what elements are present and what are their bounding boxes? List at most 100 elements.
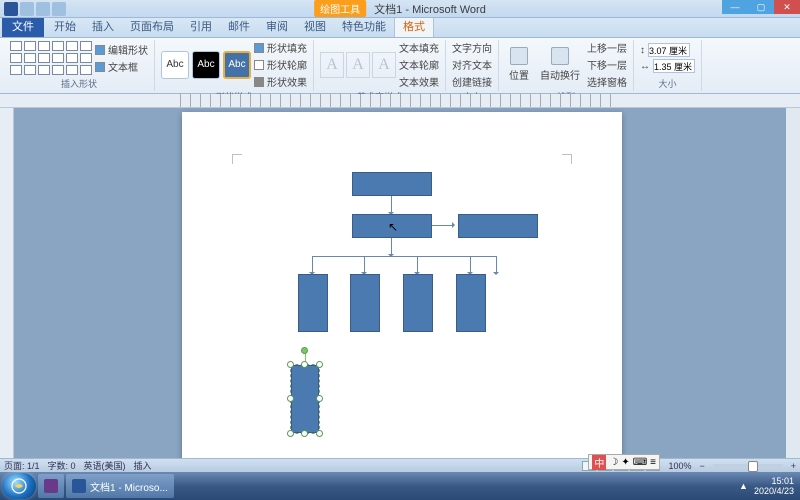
position-icon [510,47,528,65]
resize-handle-s[interactable] [301,430,308,437]
shape-height-input[interactable] [648,43,690,57]
group-arrange: 位置 自动换行 上移一层 下移一层 选择窗格 排列 [499,40,634,91]
zoom-slider[interactable] [713,464,783,467]
tray-date[interactable]: 2020/4/23 [754,486,794,496]
shape-outline-button[interactable]: 形状轮廓 [254,57,307,72]
connector-4a[interactable] [312,256,313,274]
bring-forward-button[interactable]: 上移一层 [587,40,627,55]
shape-effects-button[interactable]: 形状效果 [254,74,307,89]
flowchart-box-4[interactable] [298,274,328,332]
group-label-insert-shapes: 插入形状 [61,76,97,91]
shape-style-preset-2[interactable]: Abc [192,51,220,79]
text-outline-button[interactable]: 文本轮廓 [399,57,439,72]
connector-4d[interactable] [470,256,471,274]
ribbon-content: 编辑形状 文本框 插入形状 Abc Abc Abc 形状填充 形状轮廓 形状效果… [0,38,800,94]
system-tray[interactable]: ▲ 15:01 2020/4/23 [739,476,798,496]
ribbon-tab-strip: 文件 开始 插入 页面布局 引用 邮件 审阅 视图 特色功能 格式 [0,18,800,38]
shape-style-preset-3[interactable]: Abc [223,51,251,79]
shape-style-preset-1[interactable]: Abc [161,51,189,79]
tab-file[interactable]: 文件 [2,15,44,37]
zoom-in-button[interactable]: + [791,461,796,471]
align-text-button[interactable]: 对齐文本 [452,57,492,72]
send-backward-button[interactable]: 下移一层 [587,57,627,72]
tray-icon[interactable]: ▲ [739,481,748,491]
selection-pane-button[interactable]: 选择窗格 [587,74,627,89]
title-bar: 绘图工具 文档1 - Microsoft Word — ▢ ✕ [0,0,800,18]
start-button[interactable] [2,473,36,499]
wordart-gallery[interactable]: AAA [320,52,396,78]
tab-layout[interactable]: 页面布局 [122,15,182,37]
flowchart-box-2[interactable] [352,214,432,238]
edit-shape-button[interactable]: 编辑形状 [95,42,148,57]
ime-icon-2[interactable]: ✦ [621,457,629,468]
vertical-scrollbar[interactable] [786,108,800,458]
qat-undo-icon[interactable] [36,2,50,16]
vertical-ruler[interactable] [0,108,14,458]
qat-save-icon[interactable] [20,2,34,16]
tab-mailings[interactable]: 邮件 [220,15,258,37]
taskbar-word-window[interactable]: 文档1 - Microso... [66,474,174,498]
page-canvas[interactable]: ↖ [182,112,622,458]
word-app-icon [4,2,18,16]
zoom-percent[interactable]: 100% [668,461,691,471]
tray-time[interactable]: 15:01 [754,476,794,486]
connector-bar[interactable] [312,256,496,257]
status-words[interactable]: 字数: 0 [48,459,76,472]
ime-lang-indicator[interactable]: 中 [592,455,606,470]
group-insert-shapes: 编辑形状 文本框 插入形状 [4,40,155,91]
window-close-button[interactable]: ✕ [774,0,800,14]
text-fill-button[interactable]: 文本填充 [399,40,439,55]
window-maximize-button[interactable]: ▢ [748,0,774,14]
selected-shape[interactable] [290,364,320,434]
taskbar-pinned-app[interactable] [38,474,64,498]
resize-handle-e[interactable] [316,395,323,402]
tab-review[interactable]: 审阅 [258,15,296,37]
tab-home[interactable]: 开始 [46,15,84,37]
resize-handle-n[interactable] [301,361,308,368]
ime-icon-1[interactable]: ☽ [609,457,618,468]
shape-fill-button[interactable]: 形状填充 [254,40,307,55]
flowchart-box-6[interactable] [403,274,433,332]
word-icon [72,479,86,493]
qat-redo-icon[interactable] [52,2,66,16]
flowchart-box-3[interactable] [458,214,538,238]
status-language[interactable]: 英语(美国) [84,459,126,472]
rotate-handle[interactable] [301,347,308,354]
app-icon [44,479,58,493]
resize-handle-nw[interactable] [287,361,294,368]
flowchart-box-7[interactable] [456,274,486,332]
ime-toolbar[interactable]: 中 ☽ ✦ ⌨ ≡ [588,454,660,470]
connector-1[interactable] [391,196,392,214]
status-mode[interactable]: 插入 [134,459,152,472]
ime-icon-4[interactable]: ≡ [650,457,656,468]
connector-4e[interactable] [496,256,497,274]
text-direction-button[interactable]: 文字方向 [452,40,492,55]
text-effects-button[interactable]: 文本效果 [399,74,439,89]
status-page[interactable]: 页面: 1/1 [4,459,40,472]
window-minimize-button[interactable]: — [722,0,748,14]
ime-icon-3[interactable]: ⌨ [633,457,647,468]
flowchart-box-5[interactable] [350,274,380,332]
wrap-text-button[interactable]: 自动换行 [536,47,584,82]
zoom-out-button[interactable]: − [699,461,704,471]
tab-insert[interactable]: 插入 [84,15,122,37]
create-link-button[interactable]: 创建链接 [452,74,492,89]
connector-4b[interactable] [364,256,365,274]
resize-handle-se[interactable] [316,430,323,437]
tab-features[interactable]: 特色功能 [334,15,394,37]
connector-2[interactable] [432,225,454,226]
tab-view[interactable]: 视图 [296,15,334,37]
resize-handle-w[interactable] [287,395,294,402]
document-title: 文档1 - Microsoft Word [374,1,486,17]
tab-references[interactable]: 引用 [182,15,220,37]
flowchart-box-1[interactable] [352,172,432,196]
position-button[interactable]: 位置 [505,47,533,82]
shapes-gallery[interactable] [10,41,92,75]
shape-width-input[interactable] [653,59,695,73]
connector-3[interactable] [391,238,392,256]
resize-handle-ne[interactable] [316,361,323,368]
textbox-button[interactable]: 文本框 [95,59,148,74]
resize-handle-sw[interactable] [287,430,294,437]
connector-4c[interactable] [417,256,418,274]
horizontal-ruler[interactable] [0,94,800,108]
